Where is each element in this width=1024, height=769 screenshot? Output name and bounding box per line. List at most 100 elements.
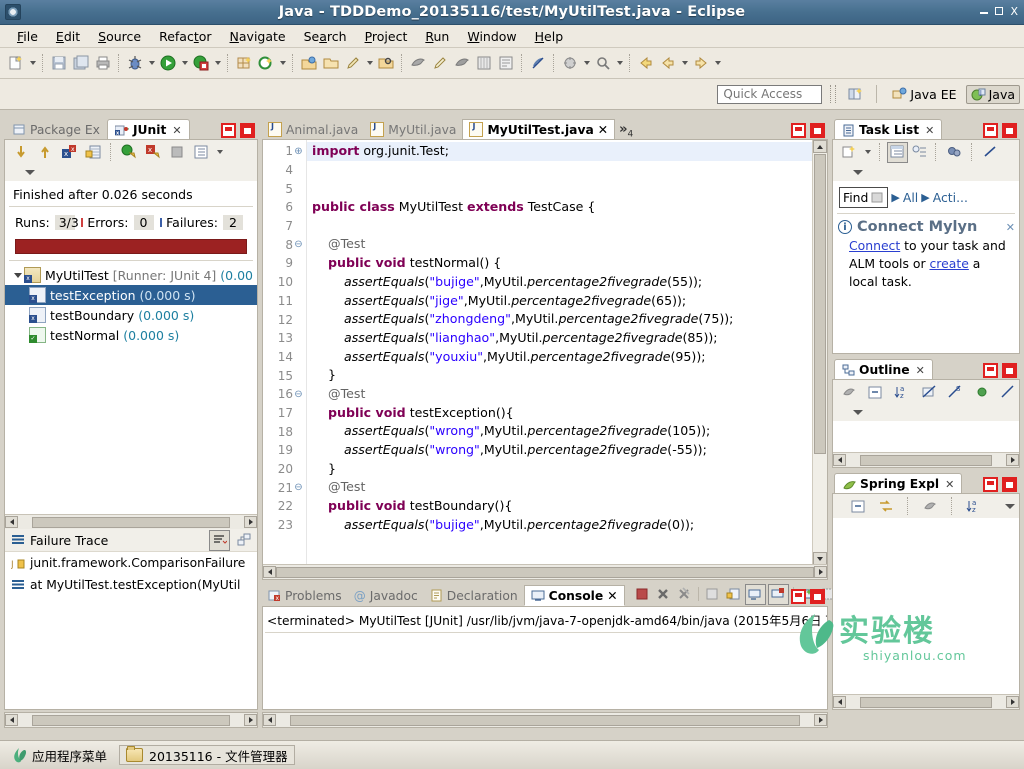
editor-hscroll-thumb[interactable] xyxy=(276,566,814,578)
external-tools-dropdown-icon[interactable] xyxy=(581,52,592,74)
toggle-whitespace-icon[interactable] xyxy=(495,52,517,74)
scroll-up-icon[interactable] xyxy=(813,140,827,153)
editor-scroll-thumb[interactable] xyxy=(814,154,826,454)
failure-trace-line-2[interactable]: at MyUtilTest.testException(MyUtil xyxy=(5,574,257,596)
code-line[interactable]: public void testBoundary(){ xyxy=(307,497,827,516)
scroll-left-icon[interactable] xyxy=(5,714,18,726)
search-dropdown-icon[interactable] xyxy=(614,52,625,74)
code-line[interactable]: assertEquals("zhongdeng",MyUtil.percenta… xyxy=(307,310,827,329)
open-perspective-icon[interactable] xyxy=(844,83,866,105)
menu-help[interactable]: Help xyxy=(526,27,573,46)
filter-icon[interactable] xyxy=(919,495,941,517)
open-folder-icon[interactable] xyxy=(320,52,342,74)
expand-arrow-icon[interactable] xyxy=(11,272,24,278)
scroll-left-icon[interactable] xyxy=(833,454,846,466)
tab-animal-java[interactable]: Animal.java xyxy=(262,119,364,140)
tab-console[interactable]: Console ✕ xyxy=(523,585,625,606)
console-minimize-button[interactable] xyxy=(791,589,806,604)
debug-dropdown-icon[interactable] xyxy=(146,52,157,74)
code-line[interactable] xyxy=(307,217,827,236)
focus-on-workweek-icon[interactable] xyxy=(943,141,965,163)
marker-icon[interactable] xyxy=(429,52,451,74)
next-failure-icon[interactable] xyxy=(10,141,32,163)
tab-outline[interactable]: Outline ✕ xyxy=(834,359,933,380)
hide-local-icon[interactable] xyxy=(997,381,1019,403)
taskbar-app-menu[interactable]: 应用程序菜单 xyxy=(6,744,113,767)
compare-results-icon[interactable] xyxy=(234,530,253,549)
spring-minimize-button[interactable] xyxy=(983,477,998,492)
scroll-lock-console-icon[interactable] xyxy=(724,585,743,604)
search-tool-icon[interactable] xyxy=(592,52,614,74)
collapse-all-icon[interactable] xyxy=(847,495,869,517)
chevron-down-icon[interactable] xyxy=(853,170,863,175)
code-line[interactable]: @Test xyxy=(307,385,827,404)
save-icon[interactable] xyxy=(48,52,70,74)
print-icon[interactable] xyxy=(92,52,114,74)
rerun-test-icon[interactable] xyxy=(118,141,140,163)
fold-toggle-icon[interactable]: ⊖ xyxy=(293,239,304,250)
task-list-minimize-button[interactable] xyxy=(983,123,998,138)
toolbar-grip[interactable] xyxy=(830,85,837,103)
tree-row-test-exception[interactable]: x testException (0.000 s) xyxy=(5,285,257,305)
tab-task-list-close-icon[interactable]: ✕ xyxy=(925,124,934,137)
skip-breakpoints-icon[interactable] xyxy=(527,52,549,74)
console-maximize-button[interactable] xyxy=(810,589,825,604)
tab-myutil-java[interactable]: MyUtil.java xyxy=(364,119,462,140)
junit-minimize-button[interactable] xyxy=(221,123,236,138)
hide-nonpublic-icon[interactable] xyxy=(971,381,993,403)
code-area[interactable]: 1 ⊕ 4 5 6 7 8 ⊖ 9 10 11 12 13 14 15 16 ⊖ 17 18 19 20 21 ⊖ 22 23 … xyxy=(263,140,827,579)
left-bottom-scrollbar[interactable] xyxy=(4,712,258,728)
menu-edit[interactable]: Edit xyxy=(47,27,89,46)
scroll-right-icon[interactable] xyxy=(1006,696,1019,708)
spring-maximize-button[interactable] xyxy=(1002,477,1017,492)
task-filter-all[interactable]: All xyxy=(903,190,918,205)
code-line[interactable]: } xyxy=(307,460,827,479)
toggle-block-selection-icon[interactable] xyxy=(473,52,495,74)
menu-search[interactable]: Search xyxy=(295,27,356,46)
external-tools-icon[interactable] xyxy=(559,52,581,74)
show-console-on-output-icon[interactable] xyxy=(744,583,766,605)
scroll-left-icon[interactable] xyxy=(833,696,846,708)
filter-stacktrace-icon[interactable] xyxy=(209,529,230,551)
back-icon[interactable] xyxy=(635,52,657,74)
tab-spring-explorer-close-icon[interactable]: ✕ xyxy=(945,478,954,491)
code-line[interactable] xyxy=(307,179,827,198)
clear-console-icon[interactable] xyxy=(703,585,722,604)
new-dropdown-icon[interactable] xyxy=(27,52,38,74)
task-filter-active[interactable]: Acti... xyxy=(933,190,968,205)
run-coverage-dropdown-icon[interactable] xyxy=(212,52,223,74)
code-editor[interactable]: 1 ⊕ 4 5 6 7 8 ⊖ 9 10 11 12 13 14 15 16 ⊖ 17 18 19 20 21 ⊖ 22 23 … xyxy=(262,139,828,580)
scroll-left-icon[interactable] xyxy=(5,516,18,528)
edit-pencil-icon[interactable] xyxy=(342,52,364,74)
left-scroll-thumb[interactable] xyxy=(32,714,230,726)
scroll-right-icon[interactable] xyxy=(814,566,827,578)
collapse-all-icon[interactable] xyxy=(865,381,887,403)
categorized-view-icon[interactable] xyxy=(887,141,908,163)
editor-horizontal-scrollbar[interactable] xyxy=(263,564,827,579)
code-line[interactable]: } xyxy=(307,366,827,385)
code-line[interactable]: public void testNormal() { xyxy=(307,254,827,273)
tab-myutiltest-java[interactable]: MyUtilTest.java ✕ xyxy=(462,119,616,140)
tab-spring-explorer[interactable]: Spring Expl ✕ xyxy=(834,473,963,494)
editor-vertical-scrollbar[interactable] xyxy=(812,140,827,579)
new-task-dropdown-icon[interactable] xyxy=(862,141,873,163)
debug-icon[interactable] xyxy=(124,52,146,74)
outline-hscrollbar[interactable] xyxy=(833,452,1019,467)
back-dropdown-icon[interactable] xyxy=(679,52,690,74)
scroll-right-icon[interactable] xyxy=(244,714,257,726)
fold-toggle-icon[interactable]: ⊕ xyxy=(293,146,304,157)
code-line[interactable]: import org.junit.Test; xyxy=(307,142,827,161)
remove-console-icon[interactable] xyxy=(654,585,673,604)
fold-toggle-icon[interactable]: ⊖ xyxy=(293,482,304,493)
new-task-icon[interactable] xyxy=(838,141,860,163)
code-line[interactable] xyxy=(307,161,827,180)
scroll-right-icon[interactable] xyxy=(1006,454,1019,466)
perspective-java[interactable]: J Java xyxy=(965,84,1020,104)
minimize-button[interactable] xyxy=(980,7,989,17)
code-line[interactable]: public void testException(){ xyxy=(307,404,827,423)
editor-maximize-button[interactable] xyxy=(810,123,825,138)
console-bottom-scrollbar[interactable] xyxy=(262,712,828,728)
quick-access-input[interactable] xyxy=(717,84,823,104)
new-class-dropdown-icon[interactable] xyxy=(277,52,288,74)
tab-junit-close-icon[interactable]: ✕ xyxy=(172,124,181,137)
